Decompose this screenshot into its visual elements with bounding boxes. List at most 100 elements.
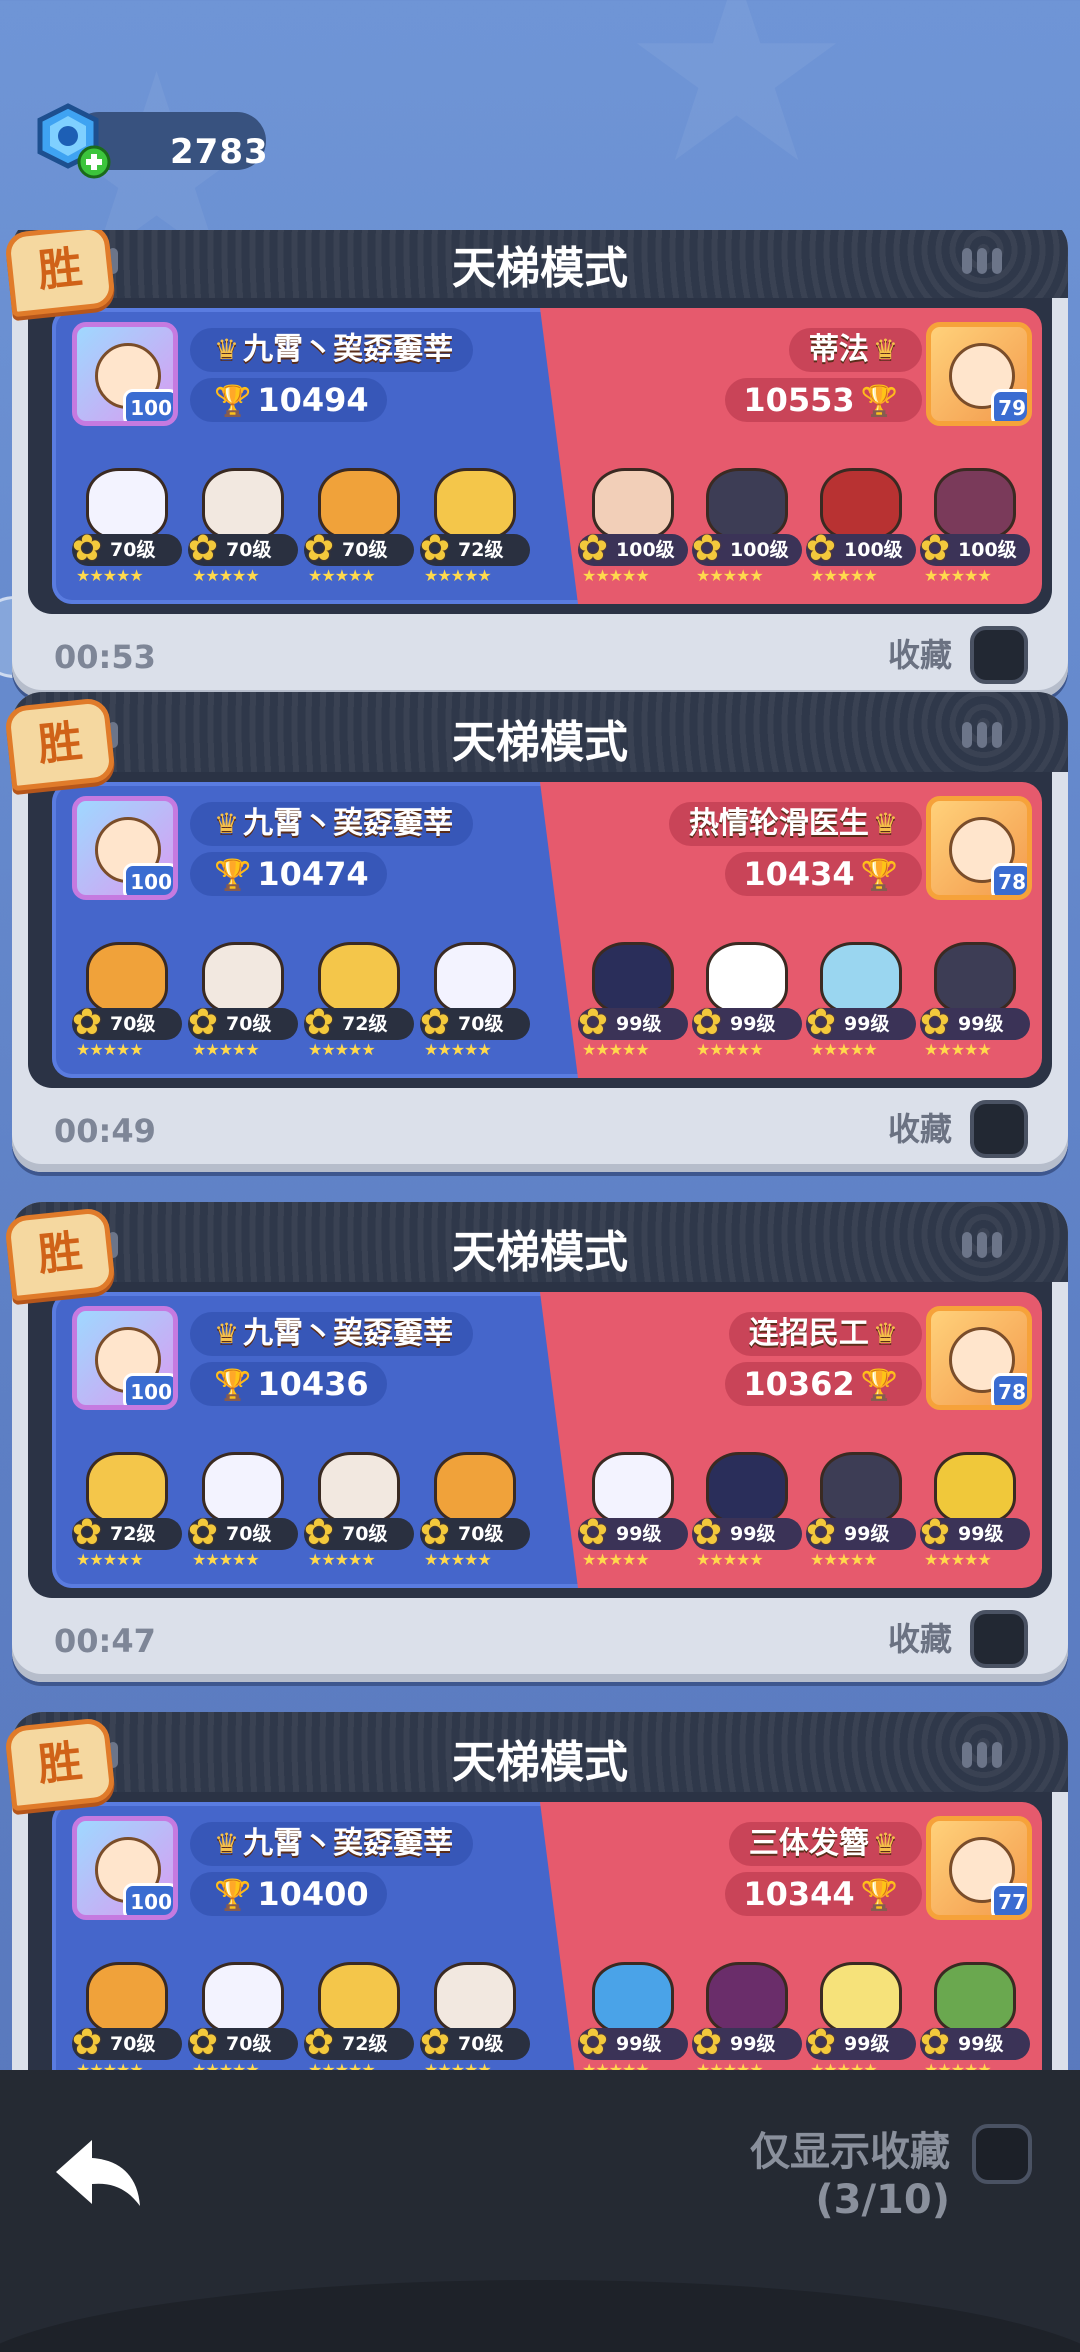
red-player-name: 热情轮滑医生 ♛ bbox=[668, 802, 922, 846]
star-flower-icon: ✿ bbox=[71, 1002, 103, 1043]
favorite-checkbox[interactable] bbox=[970, 1100, 1028, 1158]
hero-slot[interactable]: 70级 ✿ ★★★★★ bbox=[72, 468, 182, 588]
hero-slot[interactable]: 72级 ✿ ★★★★★ bbox=[304, 942, 414, 1062]
hero-slot[interactable]: 100级 ✿ ★★★★★ bbox=[920, 468, 1030, 588]
hero-slot[interactable]: 70级 ✿ ★★★★★ bbox=[72, 942, 182, 1062]
hero-slot[interactable]: 99级 ✿ ★★★★★ bbox=[806, 1452, 916, 1572]
avatar-level-badge: 77 bbox=[991, 1883, 1027, 1915]
hero-slot[interactable]: 70级 ✿ ★★★★★ bbox=[420, 1452, 530, 1572]
hero-stars: ★★★★★ bbox=[696, 1550, 764, 1569]
player-avatar[interactable]: 100 bbox=[72, 796, 178, 900]
battle-record-card[interactable]: 天梯模式 100 ♛ 九霄丶巭孬嫑莘 🏆 10436 72级 ✿ ★★★★★ 70级 ✿… bbox=[3, 1202, 1068, 1682]
hero-stars: ★★★★★ bbox=[582, 1550, 650, 1569]
back-arrow-icon[interactable] bbox=[48, 2134, 148, 2214]
star-flower-icon: ✿ bbox=[187, 1512, 219, 1553]
hero-slot[interactable]: 99级 ✿ ★★★★★ bbox=[692, 942, 802, 1062]
favorite-checkbox[interactable] bbox=[970, 1610, 1028, 1668]
bottom-bar: 仅显示收藏 (3/10) bbox=[0, 2070, 1080, 2352]
hero-slot[interactable]: 99级 ✿ ★★★★★ bbox=[692, 1452, 802, 1572]
hero-slot[interactable]: 99级 ✿ ★★★★★ bbox=[806, 1962, 916, 2070]
red-player-name-text: 热情轮滑医生 bbox=[688, 806, 869, 841]
red-player-score: 10362 🏆 bbox=[725, 1362, 922, 1406]
hero-stars: ★★★★★ bbox=[76, 566, 144, 585]
star-flower-icon: ✿ bbox=[919, 1512, 951, 1553]
show-favorites-text: 仅显示收藏 bbox=[750, 2129, 950, 2175]
card-header: 天梯模式 bbox=[12, 1202, 1068, 1282]
match-duration: 00:49 bbox=[54, 1112, 156, 1150]
hero-stars: ★★★★★ bbox=[582, 1040, 650, 1059]
hero-slot[interactable]: 99级 ✿ ★★★★★ bbox=[920, 942, 1030, 1062]
red-player-name: 蒂法 ♛ bbox=[788, 328, 922, 372]
show-favorites-toggle-label: 仅显示收藏 (3/10) bbox=[750, 2128, 950, 2224]
match-body: 100 ♛ 九霄丶巭孬嫑莘 🏆 10400 70级 ✿ ★★★★★ 70级 ✿ ★★★★… bbox=[28, 1792, 1052, 2070]
hero-slot[interactable]: 70级 ✿ ★★★★★ bbox=[188, 1452, 298, 1572]
red-player-score: 10344 🏆 bbox=[725, 1872, 922, 1916]
blue-team-panel: 100 ♛ 九霄丶巭孬嫑莘 🏆 10400 70级 ✿ ★★★★★ 70级 ✿ ★★★★… bbox=[52, 1802, 582, 2070]
trophy-icon: 🏆 bbox=[860, 384, 898, 419]
hero-slot[interactable]: 70级 ✿ ★★★★★ bbox=[188, 468, 298, 588]
hero-slot[interactable]: 70级 ✿ ★★★★★ bbox=[304, 1452, 414, 1572]
star-flower-icon: ✿ bbox=[577, 528, 609, 569]
decor-dots bbox=[962, 1742, 1002, 1768]
hero-stars: ★★★★★ bbox=[810, 1040, 878, 1059]
star-flower-icon: ✿ bbox=[691, 1512, 723, 1553]
battle-record-card[interactable]: 天梯模式 100 ♛ 九霄丶巭孬嫑莘 🏆 10494 70级 ✿ ★★★★★ 70级 ✿… bbox=[3, 230, 1068, 698]
blue-player-name: ♛ 九霄丶巭孬嫑莘 bbox=[190, 802, 474, 846]
hero-slot[interactable]: 100级 ✿ ★★★★★ bbox=[692, 468, 802, 588]
hero-slot[interactable]: 70级 ✿ ★★★★★ bbox=[420, 942, 530, 1062]
red-player-score: 10553 🏆 bbox=[725, 378, 922, 422]
opponent-avatar[interactable]: 78 bbox=[926, 796, 1032, 900]
red-player-name-text: 三体发簪 bbox=[748, 1826, 869, 1861]
red-team-panel: 三体发簪 ♛ 10344 🏆 77 99级 ✿ ★★★★★ 99级 ✿ ★★★★★ 9… bbox=[540, 1802, 1042, 2070]
battle-record-card[interactable]: 天梯模式 100 ♛ 九霄丶巭孬嫑莘 🏆 10400 70级 ✿ ★★★★★ 70级 ✿… bbox=[3, 1712, 1068, 2070]
hero-slot[interactable]: 70级 ✿ ★★★★★ bbox=[420, 1962, 530, 2070]
star-flower-icon: ✿ bbox=[419, 1512, 451, 1553]
favorites-count: (3/10) bbox=[815, 2177, 950, 2223]
hero-stars: ★★★★★ bbox=[76, 2060, 144, 2070]
show-favorites-checkbox[interactable] bbox=[972, 2124, 1032, 2184]
star-flower-icon: ✿ bbox=[577, 1002, 609, 1043]
hero-slot[interactable]: 70级 ✿ ★★★★★ bbox=[188, 942, 298, 1062]
hero-slot[interactable]: 100级 ✿ ★★★★★ bbox=[578, 468, 688, 588]
trophy-icon: 🏆 bbox=[860, 858, 898, 893]
star-flower-icon: ✿ bbox=[303, 1512, 335, 1553]
hero-slot[interactable]: 70级 ✿ ★★★★★ bbox=[72, 1962, 182, 2070]
hero-slot[interactable]: 99级 ✿ ★★★★★ bbox=[578, 942, 688, 1062]
hero-slot[interactable]: 99级 ✿ ★★★★★ bbox=[920, 1452, 1030, 1572]
opponent-avatar[interactable]: 79 bbox=[926, 322, 1032, 426]
battle-record-card[interactable]: 天梯模式 100 ♛ 九霄丶巭孬嫑莘 🏆 10474 70级 ✿ ★★★★★ 70级 ✿… bbox=[3, 692, 1068, 1172]
gem-plus-icon[interactable] bbox=[30, 100, 114, 184]
red-player-name-text: 连招民工 bbox=[748, 1316, 869, 1351]
hero-slot[interactable]: 99级 ✿ ★★★★★ bbox=[578, 1452, 688, 1572]
hero-stars: ★★★★★ bbox=[192, 1040, 260, 1059]
star-flower-icon: ✿ bbox=[919, 2022, 951, 2063]
hero-slot[interactable]: 72级 ✿ ★★★★★ bbox=[72, 1452, 182, 1572]
hero-slot[interactable]: 99级 ✿ ★★★★★ bbox=[578, 1962, 688, 2070]
hero-slot[interactable]: 100级 ✿ ★★★★★ bbox=[806, 468, 916, 588]
opponent-avatar[interactable]: 78 bbox=[926, 1306, 1032, 1410]
avatar-level-badge: 78 bbox=[991, 1373, 1027, 1405]
hero-stars: ★★★★★ bbox=[924, 1550, 992, 1569]
avatar-level-badge: 100 bbox=[123, 863, 173, 895]
player-avatar[interactable]: 100 bbox=[72, 322, 178, 426]
result-label: 胜 bbox=[35, 1225, 85, 1282]
hero-slot[interactable]: 72级 ✿ ★★★★★ bbox=[420, 468, 530, 588]
player-avatar[interactable]: 100 bbox=[72, 1306, 178, 1410]
hero-slot[interactable]: 70级 ✿ ★★★★★ bbox=[304, 468, 414, 588]
blue-player-score: 🏆 10436 bbox=[190, 1362, 387, 1406]
hero-slot[interactable]: 70级 ✿ ★★★★★ bbox=[188, 1962, 298, 2070]
result-label: 胜 bbox=[35, 241, 85, 298]
avatar-level-badge: 78 bbox=[991, 863, 1027, 895]
gem-counter[interactable]: 2783 bbox=[30, 100, 268, 179]
hero-slot[interactable]: 99级 ✿ ★★★★★ bbox=[692, 1962, 802, 2070]
battle-record-list[interactable]: 天梯模式 100 ♛ 九霄丶巭孬嫑莘 🏆 10494 70级 ✿ ★★★★★ 70级 ✿… bbox=[0, 230, 1080, 2070]
player-avatar[interactable]: 100 bbox=[72, 1816, 178, 1920]
blue-player-score: 🏆 10474 bbox=[190, 852, 387, 896]
blue-player-score: 🏆 10400 bbox=[190, 1872, 387, 1916]
opponent-avatar[interactable]: 77 bbox=[926, 1816, 1032, 1920]
hero-slot[interactable]: 99级 ✿ ★★★★★ bbox=[920, 1962, 1030, 2070]
hero-slot[interactable]: 99级 ✿ ★★★★★ bbox=[806, 942, 916, 1062]
hero-slot[interactable]: 72级 ✿ ★★★★★ bbox=[304, 1962, 414, 2070]
hero-stars: ★★★★★ bbox=[308, 1040, 376, 1059]
favorite-checkbox[interactable] bbox=[970, 626, 1028, 684]
